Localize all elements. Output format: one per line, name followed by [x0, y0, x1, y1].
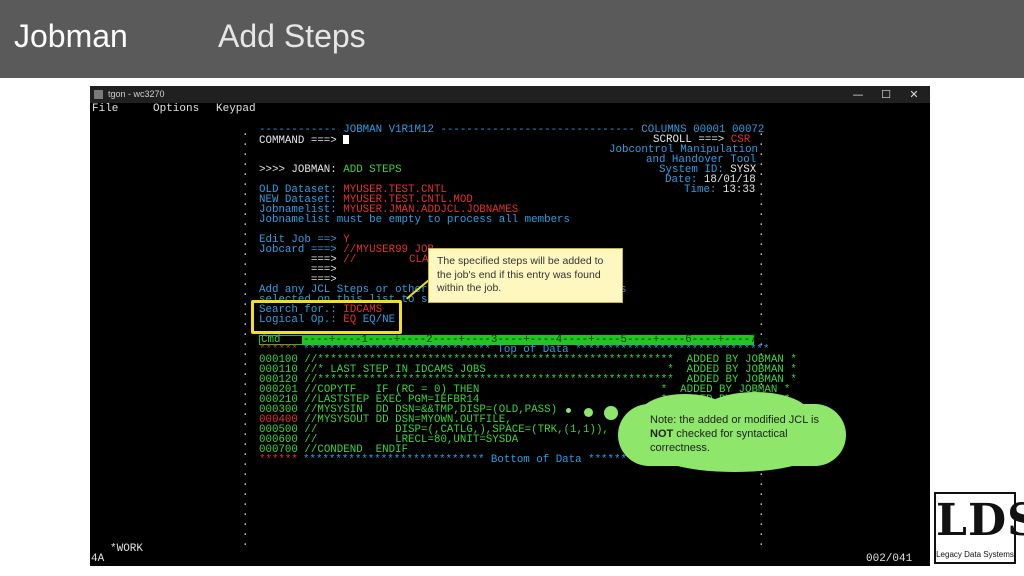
- minimize-button[interactable]: —: [848, 87, 868, 102]
- menu-file[interactable]: File: [92, 103, 118, 115]
- time-value: 13:33: [722, 184, 756, 196]
- status-left: 4A: [91, 553, 105, 565]
- menu-options[interactable]: Options: [153, 103, 199, 115]
- slide-header: Jobman Add Steps: [0, 0, 1024, 78]
- prompt-action: ADD STEPS: [343, 164, 402, 176]
- window-title: tgon - wc3270: [108, 89, 165, 99]
- command-label: COMMAND ===>: [259, 135, 337, 147]
- logo-letters: LDS: [936, 495, 1024, 546]
- app-icon: [94, 90, 103, 99]
- window-titlebar: tgon - wc3270 — ☐ ✕: [90, 86, 930, 103]
- time: Time: 13:33: [684, 184, 756, 196]
- thought-bubble-3: [604, 406, 618, 420]
- terminal-window: tgon - wc3270 — ☐ ✕ File Options Keypad: [90, 86, 930, 566]
- slide-subtitle: Add Steps: [218, 18, 366, 54]
- jobcard-field-2[interactable]: //: [343, 254, 356, 266]
- command-line: COMMAND ===>: [259, 135, 350, 147]
- prompt-prefix: >>>> JOBMAN:: [259, 164, 344, 176]
- lds-logo: LDS Legacy Data Systems: [934, 492, 1024, 564]
- thought-bubble-2: [584, 408, 593, 417]
- tooltip-callout: The specified steps will be added to the…: [428, 248, 623, 303]
- note-bold: NOT: [650, 428, 674, 440]
- thought-bubble-1: [566, 408, 571, 413]
- menu-bar: File Options Keypad: [90, 103, 930, 117]
- menu-keypad[interactable]: Keypad: [216, 103, 256, 115]
- logo-tagline: Legacy Data Systems: [936, 550, 1014, 559]
- note-prefix: Note: the added or modified JCL is: [650, 414, 819, 426]
- note-text: Note: the added or modified JCL is NOT c…: [650, 413, 830, 455]
- jobcard-row-2-tail: CLA: [409, 254, 429, 266]
- status-work: *WORK: [110, 543, 144, 555]
- bottom-of-data-prefix: ******: [259, 454, 298, 466]
- search-highlight-box: [251, 300, 402, 334]
- close-button[interactable]: ✕: [904, 87, 924, 102]
- time-label: Time:: [684, 184, 723, 196]
- slide-title: Jobman: [14, 18, 128, 54]
- jobnamelist-note: Jobnamelist must be empty to process all…: [259, 214, 571, 226]
- command-input[interactable]: [343, 135, 350, 144]
- maximize-button[interactable]: ☐: [876, 87, 896, 102]
- left-border-dots: . . . . . . . . . . . . . . . . . . . . …: [242, 127, 249, 549]
- prompt-line: >>>> JOBMAN: ADD STEPS: [259, 164, 402, 176]
- status-cursor-position: 002/041: [866, 553, 913, 565]
